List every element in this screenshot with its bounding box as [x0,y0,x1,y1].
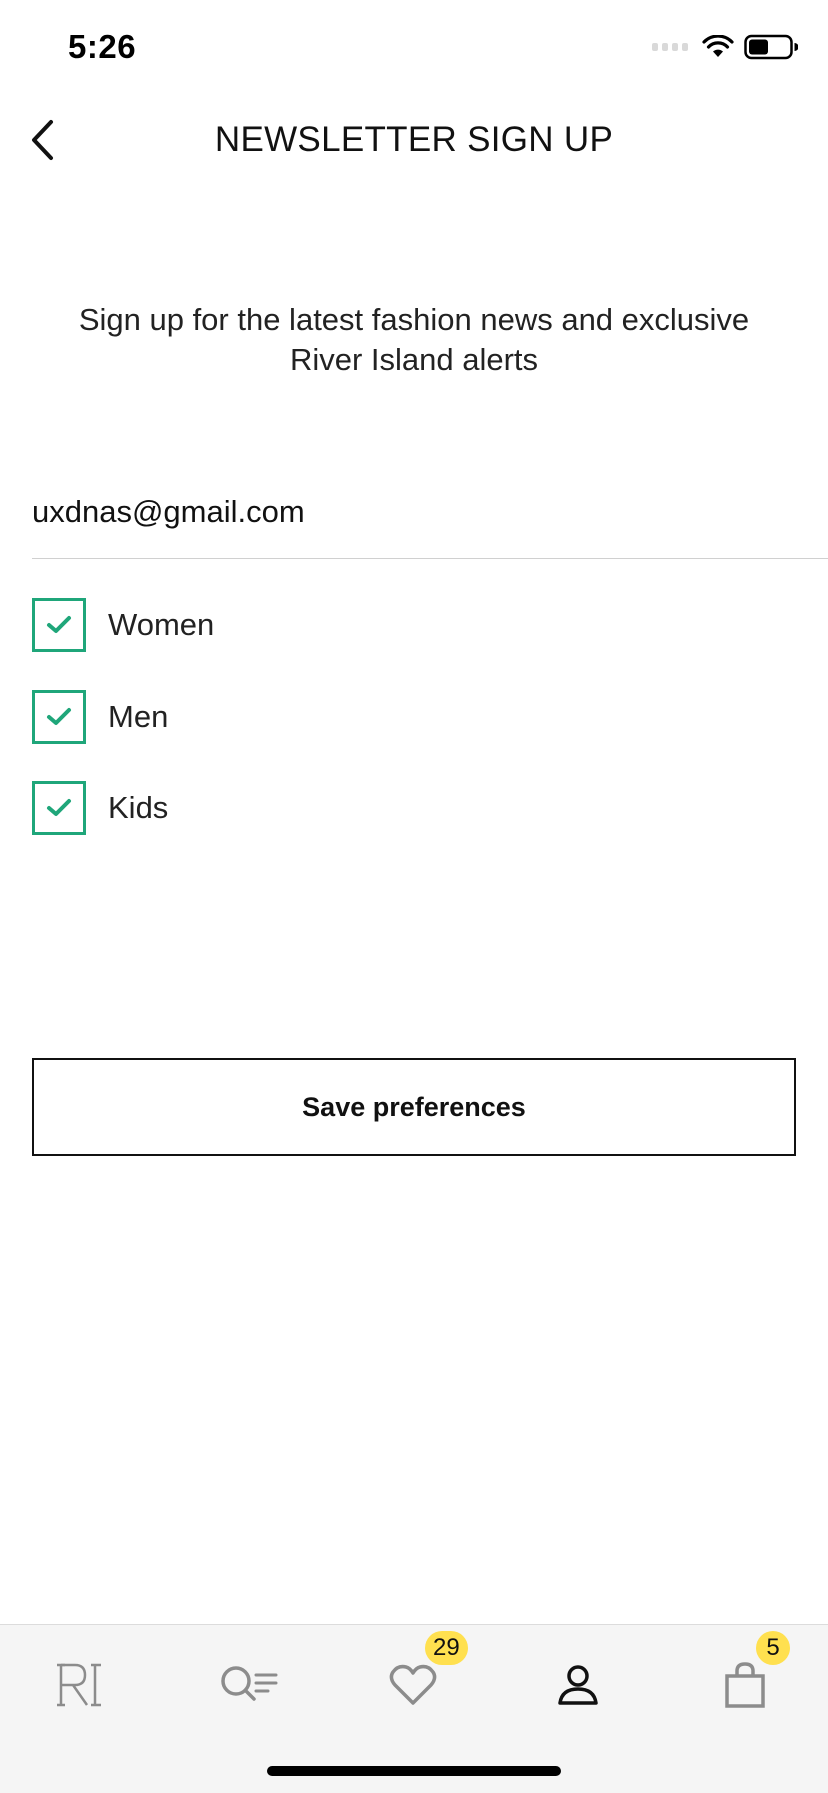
intro-text: Sign up for the latest fashion news and … [78,302,750,377]
user-icon [558,1665,598,1705]
check-icon [47,799,71,816]
nav-bar: NEWSLETTER SIGN UP [0,100,828,180]
save-preferences-button[interactable]: Save preferences [32,1058,796,1156]
check-icon [47,616,71,633]
women-checkbox[interactable] [32,598,86,652]
kids-label: Kids [108,790,169,825]
check-icon [47,708,71,725]
ri-logo-icon [57,1663,101,1707]
search-filter-icon [221,1666,278,1701]
tab-search[interactable] [203,1645,293,1725]
home-indicator [267,1766,561,1776]
pref-women[interactable]: Women [32,598,214,652]
page-title: NEWSLETTER SIGN UP [214,120,614,159]
men-label: Men [108,699,169,734]
men-checkbox[interactable] [32,690,86,744]
status-bar: 5:26 [0,0,828,100]
status-time: 5:26 [68,28,137,65]
women-label: Women [108,607,215,642]
tab-home[interactable] [38,1645,128,1725]
wifi-icon [702,35,734,57]
pref-men[interactable]: Men [32,690,168,744]
tab-account[interactable] [533,1645,623,1725]
battery-icon [744,34,798,60]
kids-checkbox[interactable] [32,781,86,835]
status-icons [652,34,798,60]
email-field [32,480,828,559]
bag-icon [725,1662,765,1708]
signal-icon [652,43,688,51]
bag-badge: 5 [756,1631,790,1665]
pref-kids[interactable]: Kids [32,781,168,835]
wishlist-badge: 29 [425,1631,468,1665]
heart-icon [389,1664,437,1705]
email-input[interactable] [32,494,792,530]
